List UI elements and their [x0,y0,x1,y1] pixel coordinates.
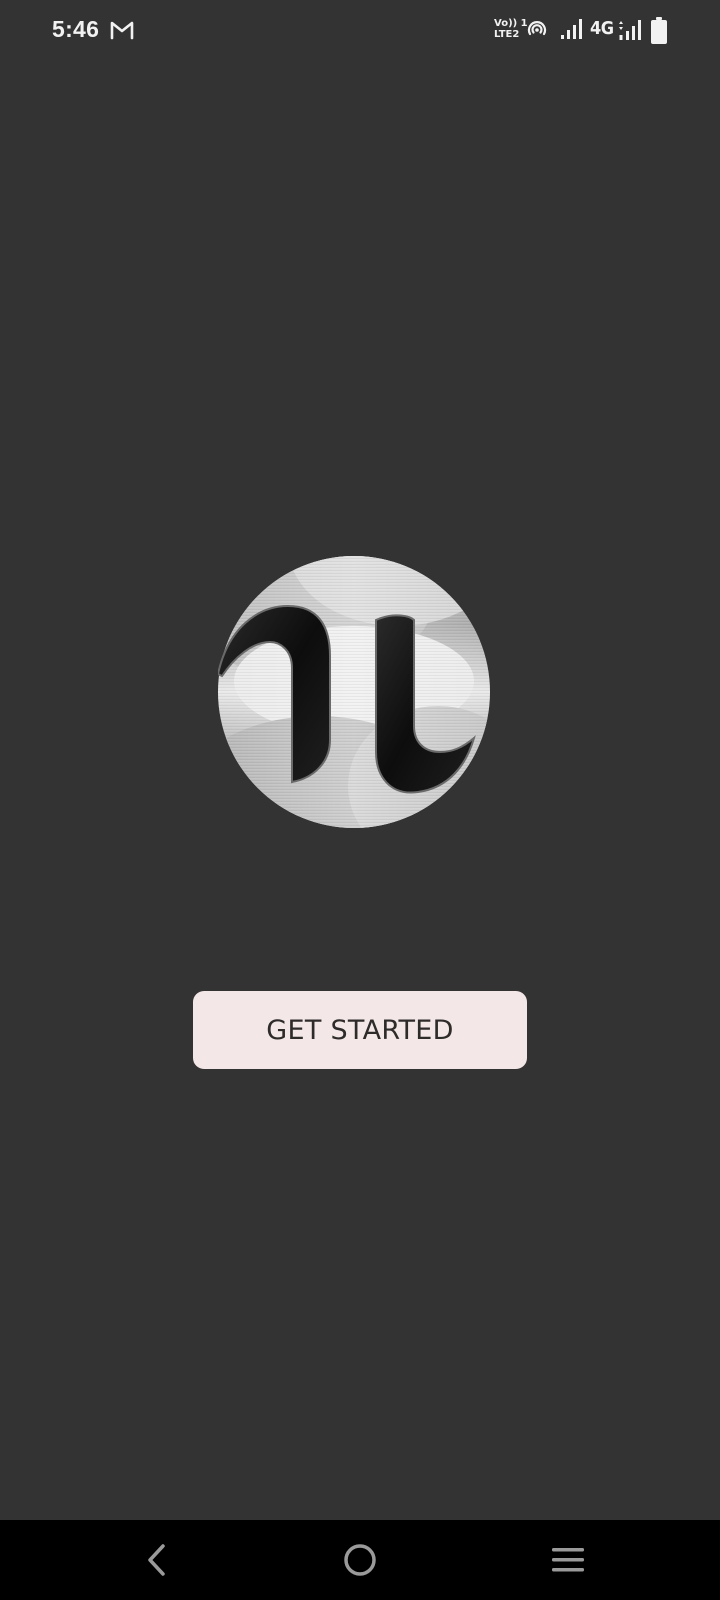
volte-indicator: Vo)) 1 LTE2 [494,18,528,40]
back-icon[interactable] [137,1540,177,1580]
battery-icon [651,17,667,44]
status-time: 5:46 [52,16,100,42]
app-logo [218,556,490,828]
signal-icon [619,20,641,40]
get-started-button[interactable]: GET STARTED [193,991,527,1069]
home-icon[interactable] [340,1540,380,1580]
hotspot-icon [527,21,547,36]
gmail-icon [110,21,134,40]
navigation-bar [0,1520,720,1600]
network-type: 4G [590,18,614,39]
status-bar: 5:46 Vo)) 1 LTE2 4G [0,0,720,62]
menu-icon[interactable] [547,1540,587,1580]
signal-icon [561,19,582,39]
